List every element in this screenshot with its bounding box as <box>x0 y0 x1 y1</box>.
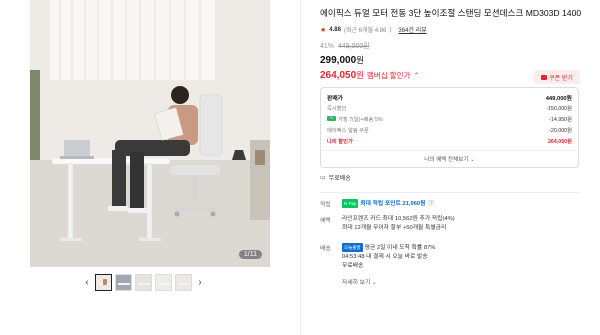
review-link[interactable]: 364건 리뷰 <box>398 25 426 34</box>
sale-price: 299,000원 <box>320 54 582 66</box>
delivery-line-3: 무료배송 <box>342 262 364 269</box>
rating-row: ★ 4.88 (최근 6개월 4.86 ) 364건 리뷰 <box>320 25 582 35</box>
free-shipping-label: 무료배송 <box>328 175 351 182</box>
coupon-button-label: 쿠폰 받기 <box>549 75 573 82</box>
breakdown-row: 에이픽스 알림 쿠폰 -20,000원 <box>327 124 572 135</box>
thumbnail-4[interactable] <box>155 274 172 291</box>
thumbnail-1[interactable] <box>95 274 112 291</box>
rating-detail: (최근 6개월 4.86 <box>343 28 387 34</box>
free-shipping-note: ▭ 무료배송 <box>320 173 582 182</box>
truck-icon: ▭ <box>320 174 326 181</box>
chevron-right-icon[interactable]: › <box>195 277 205 288</box>
discount-percent: 41% <box>320 43 335 50</box>
product-info-panel: 에이픽스 듀얼 모터 전동 3단 높이조절 스탠딩 모션데스크 MD303D 1… <box>320 0 582 286</box>
breakdown-row: 즉시할인 -150,000원 <box>327 103 572 114</box>
section-divider <box>320 191 579 193</box>
breakdown-label: 가장 7(일)+배송 5% <box>338 116 383 123</box>
sale-price-value: 299,000 <box>320 55 357 66</box>
points-key: 적립 <box>320 201 331 208</box>
coupon-button[interactable]: 쿠폰 받기 <box>534 70 580 84</box>
original-price: 449,000원 <box>337 43 370 50</box>
final-price-label: 나의 할인가 <box>327 138 353 145</box>
all-benefits-button[interactable]: 나의 혜택 전체보기 ⌄ <box>321 149 578 167</box>
breakdown-row: 판매가 449,000원 <box>327 92 572 103</box>
benefit-key: 혜택 <box>320 217 331 224</box>
breakdown-label: 판매가 <box>327 95 343 102</box>
breakdown-label: 즉시할인 <box>327 106 347 113</box>
today-delivery-badge: 오늘출발 <box>342 242 363 252</box>
breakdown-row: N 가장 7(일)+배송 5% -14,950원 <box>327 114 572 125</box>
price-breakdown-box: 판매가 449,000원 즉시할인 -150,000원 N 가장 7(일)+배송 … <box>320 87 579 168</box>
benefit-line-1: 라인프렌즈 카드 최대 10,562원 추가 적립(4%) <box>342 215 455 222</box>
breakdown-label: 에이픽스 알림 쿠폰 <box>327 127 369 134</box>
member-price-unit: 원 <box>356 70 364 80</box>
thumbnail-2[interactable] <box>115 274 132 291</box>
coupon-icon <box>541 74 548 80</box>
discount-line: 41% 449,000원 <box>320 41 582 51</box>
delivery-row: 배송 오늘출발 평균 2일 이내 도착 확률 87% 04:53:48 내 결제 … <box>320 242 582 271</box>
breakdown-value: -150,000원 <box>546 106 572 113</box>
product-main-image[interactable]: 1/11 <box>30 0 270 267</box>
breakdown-value: 449,000원 <box>545 95 572 102</box>
final-price-value: 264,050원 <box>547 138 572 145</box>
breakdown-value: -14,950원 <box>549 116 572 123</box>
star-icon: ★ <box>320 26 327 34</box>
thumbnail-3[interactable] <box>135 274 152 291</box>
member-price-label: 멤버십 할인가 <box>366 70 411 80</box>
info-icon[interactable]: ⓘ <box>429 201 435 207</box>
image-counter: 1/11 <box>238 250 262 259</box>
benefit-row: 혜택 라인프렌즈 카드 최대 10,562원 추가 적립(4%) 최대 12개월… <box>320 215 582 233</box>
panel-divider <box>300 0 301 335</box>
sale-price-unit: 원 <box>356 55 364 65</box>
rating-score: 4.88 <box>329 26 341 33</box>
chevron-left-icon[interactable]: ‹ <box>82 277 92 288</box>
naver-pay-badge: N Pay <box>342 198 359 208</box>
rating-detail-close: ) <box>389 26 392 33</box>
product-title: 에이픽스 듀얼 모터 전동 3단 높이조절 스탠딩 모션데스크 MD303D 1… <box>320 8 582 18</box>
member-price-value: 264,050 <box>320 70 357 81</box>
detail-link[interactable]: 자세히 보기 ⌄ <box>342 277 582 286</box>
delivery-line-2: 04:53:48 내 결제 시 오늘 바로 발송 <box>342 253 428 260</box>
chevron-down-icon[interactable]: ⌃ <box>413 71 419 80</box>
breakdown-final-row: 나의 할인가 264,050원 <box>327 135 572 146</box>
delivery-line-1: 평균 2일 이내 도착 확률 87% <box>364 244 436 251</box>
product-photo-illustration <box>30 0 270 267</box>
thumbnail-5[interactable] <box>175 274 192 291</box>
breakdown-value: -20,000원 <box>549 127 572 134</box>
points-text: 최대 적립 포인트 21,960원 <box>360 200 426 207</box>
thumbnail-strip: ‹ › <box>82 274 205 291</box>
delivery-key: 배송 <box>320 245 331 252</box>
naver-badge-icon: N <box>327 116 336 122</box>
points-row: 적립 N Pay 최대 적립 포인트 21,960원 ⓘ <box>320 198 582 209</box>
benefit-line-2: 최대 12개월 무이자 할부 +50개월 특별금리 <box>342 224 447 231</box>
